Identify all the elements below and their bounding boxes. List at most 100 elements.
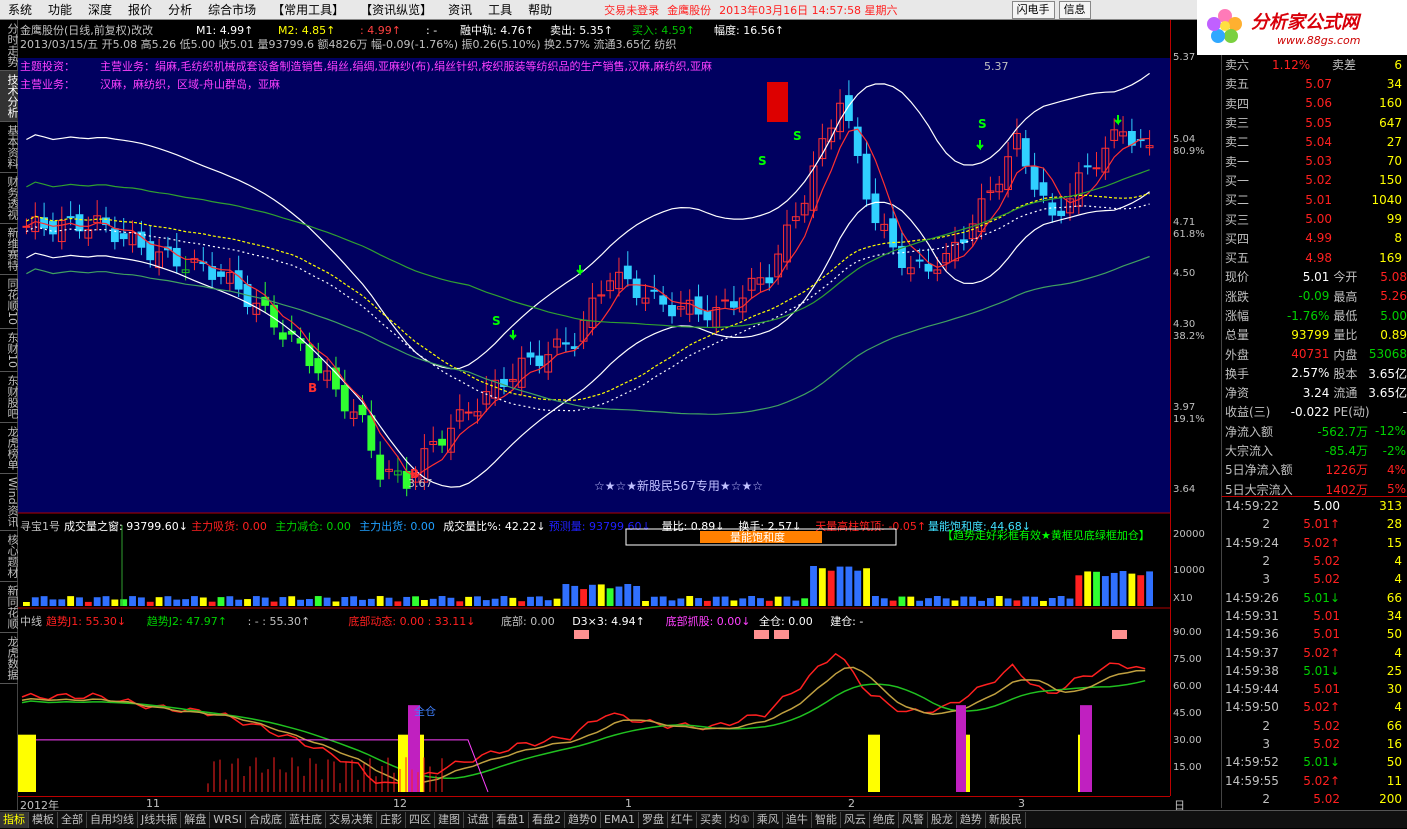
- left-tab-4[interactable]: 新维赛特: [0, 224, 19, 275]
- tick-volume: 4: [1394, 572, 1402, 587]
- bottom-tab-22[interactable]: 乘风: [754, 811, 783, 828]
- bottom-tab-13[interactable]: 试盘: [464, 811, 493, 828]
- menu-item-6[interactable]: 【常用工具】: [264, 0, 352, 20]
- bottom-tab-8[interactable]: 蓝柱底: [286, 811, 326, 828]
- candle-body: [703, 310, 712, 321]
- time-label: 3: [1018, 797, 1025, 810]
- bottom-tab-11[interactable]: 四区: [406, 811, 435, 828]
- left-tab-10[interactable]: 核心题材: [0, 531, 19, 582]
- tick-row[interactable]: 14:59:26 5.01↓ 66: [1222, 588, 1407, 606]
- bottom-tab-28[interactable]: 股龙: [928, 811, 957, 828]
- left-tab-11[interactable]: 新同花顺: [0, 582, 19, 633]
- quote-label: 卖四: [1225, 96, 1250, 111]
- tick-row[interactable]: 3 5.02 4: [1222, 570, 1407, 588]
- vol-item-1: 主力吸货: 0.00: [191, 519, 267, 533]
- tick-price: 5.01↓: [1303, 590, 1340, 605]
- chart-area[interactable]: 金鹰股份(日线,前复权)改改 M1: 4.99↑ M2: 4.85↑: 4.99↑:…: [18, 20, 1170, 796]
- bottom-tab-27[interactable]: 风警: [899, 811, 928, 828]
- bottom-tab-7[interactable]: 合成底: [246, 811, 286, 828]
- tick-row[interactable]: 14:59:38 5.01↓ 25: [1222, 662, 1407, 680]
- bottom-tab-0[interactable]: 指标: [0, 811, 29, 828]
- menu-item-7[interactable]: 【资讯纵览】: [352, 0, 440, 20]
- bottom-tab-6[interactable]: WRSI: [210, 811, 246, 828]
- tick-price: 5.01: [1313, 682, 1340, 697]
- bottom-tab-30[interactable]: 新股民: [986, 811, 1026, 828]
- tick-price: 5.01↓: [1303, 663, 1340, 678]
- tick-row[interactable]: 14:59:31 5.01 34: [1222, 607, 1407, 625]
- bottom-tab-24[interactable]: 智能: [812, 811, 841, 828]
- left-tab-8[interactable]: 龙虎榜单: [0, 423, 19, 474]
- menu-item-5[interactable]: 综合市场: [200, 0, 264, 20]
- volume-bar: [270, 601, 278, 606]
- bottom-tab-23[interactable]: 追牛: [783, 811, 812, 828]
- left-tab-7[interactable]: 东财股吧: [0, 372, 19, 423]
- bottom-tab-9[interactable]: 交易决策: [326, 811, 377, 828]
- bottom-tab-18[interactable]: 罗盘: [639, 811, 668, 828]
- flash-trade-button[interactable]: 闪电手: [1011, 0, 1055, 19]
- info-button[interactable]: 信息: [1058, 0, 1091, 19]
- bottom-tab-19[interactable]: 红牛: [668, 811, 697, 828]
- bottom-tab-17[interactable]: EMA1: [601, 811, 639, 828]
- left-tab-12[interactable]: 龙虎数据: [0, 633, 19, 684]
- tick-row[interactable]: 14:59:24 5.02↑ 15: [1222, 534, 1407, 552]
- stat-value: 3.24: [1302, 385, 1330, 400]
- menu-item-9[interactable]: 工具: [480, 0, 520, 20]
- bottom-tab-4[interactable]: J线共振: [138, 811, 182, 828]
- bottom-tab-2[interactable]: 全部: [58, 811, 87, 828]
- menu-item-8[interactable]: 资讯: [440, 0, 480, 20]
- tick-row[interactable]: 14:59:55 5.02↑ 11: [1222, 771, 1407, 789]
- kline-chart[interactable]: 金鹰股份(日线,前复权)改改 M1: 4.99↑ M2: 4.85↑: 4.99↑:…: [18, 20, 1170, 796]
- menu-item-2[interactable]: 深度: [80, 0, 120, 20]
- volume-bar: [84, 601, 92, 606]
- menu-item-0[interactable]: 系统: [0, 0, 40, 20]
- tick-volume: 66: [1386, 590, 1402, 605]
- tick-price: 5.02↑: [1303, 700, 1340, 715]
- quote-label: 卖三: [1225, 116, 1250, 131]
- tick-row[interactable]: 2 5.02 66: [1222, 717, 1407, 735]
- bottom-tab-1[interactable]: 模板: [29, 811, 58, 828]
- tick-list[interactable]: 14:59:22 5.00 313 2 5.01↑ 28 14:59:24 5.02↑ 15 2 5…: [1221, 496, 1407, 824]
- tick-row[interactable]: 14:59:50 5.02↑ 4: [1222, 698, 1407, 716]
- bottom-tab-21[interactable]: 均①: [726, 811, 754, 828]
- tick-row[interactable]: 14:59:44 5.01 30: [1222, 680, 1407, 698]
- left-tab-1[interactable]: 技术分析: [0, 71, 19, 122]
- tick-row[interactable]: 2 5.02 200: [1222, 790, 1407, 808]
- left-tab-6[interactable]: 东财10: [0, 329, 19, 372]
- tick-row[interactable]: 14:59:52 5.01↓ 50: [1222, 753, 1407, 771]
- left-tab-5[interactable]: 同花顺10: [0, 275, 19, 329]
- tick-row[interactable]: 14:59:36 5.01 50: [1222, 625, 1407, 643]
- menu-item-10[interactable]: 帮助: [520, 0, 560, 20]
- bottom-tab-16[interactable]: 趋势0: [565, 811, 601, 828]
- menu-item-1[interactable]: 功能: [40, 0, 80, 20]
- left-tab-0[interactable]: 分时走势: [0, 20, 19, 71]
- tick-row[interactable]: 14:59:37 5.02↑ 4: [1222, 643, 1407, 661]
- signal-S: S: [492, 314, 501, 328]
- left-tab-3[interactable]: 财务透视: [0, 173, 19, 224]
- left-tab-2[interactable]: 基本资料: [0, 122, 19, 173]
- bottom-tab-26[interactable]: 绝底: [870, 811, 899, 828]
- left-tab-9[interactable]: Wind资讯: [0, 474, 19, 531]
- bottom-tab-15[interactable]: 看盘2: [529, 811, 565, 828]
- bottom-tab-20[interactable]: 买卖: [697, 811, 726, 828]
- ind-axis-label: 15.00: [1173, 762, 1202, 773]
- status-datetime: 2013年03月16日 14:57:58 星期六: [719, 3, 898, 17]
- bottom-tab-10[interactable]: 庄影: [377, 811, 406, 828]
- bottom-tab-12[interactable]: 建图: [435, 811, 464, 828]
- menu-item-3[interactable]: 报价: [120, 0, 160, 20]
- tick-row[interactable]: 14:59:22 5.00 313: [1222, 497, 1407, 515]
- bottom-tab-25[interactable]: 风云: [841, 811, 870, 828]
- quote-label: 卖五: [1225, 77, 1250, 92]
- menu-item-4[interactable]: 分析: [160, 0, 200, 20]
- bottom-tab-29[interactable]: 趋势: [957, 811, 986, 828]
- quote-label: 买二: [1225, 193, 1250, 208]
- bottom-tab-14[interactable]: 看盘1: [493, 811, 529, 828]
- tick-row[interactable]: 2 5.01↑ 28: [1222, 515, 1407, 533]
- volume-bar: [580, 589, 587, 606]
- bottom-tab-5[interactable]: 解盘: [181, 811, 211, 828]
- tick-row[interactable]: 2 5.02 4: [1222, 552, 1407, 570]
- bottom-tab-3[interactable]: 自用均线: [87, 811, 138, 828]
- sell-row: 卖三 5.05 647: [1222, 113, 1407, 132]
- tick-row[interactable]: 3 5.02 16: [1222, 735, 1407, 753]
- stat-label: 最低: [1333, 309, 1358, 323]
- volume-bar: [1101, 576, 1109, 606]
